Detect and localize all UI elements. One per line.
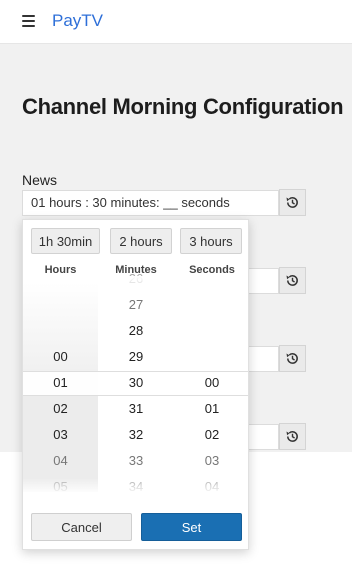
reset-button-4[interactable] <box>279 423 306 450</box>
hours-option-03[interactable]: 03 <box>23 427 98 442</box>
wheel-fade-top <box>23 276 248 298</box>
hours-option-01[interactable]: 01 <box>23 375 98 390</box>
minutes-option-31[interactable]: 31 <box>98 401 174 416</box>
news-reset-button[interactable] <box>279 189 306 216</box>
seconds-option-01[interactable]: 01 <box>174 401 248 416</box>
top-bar: PayTV <box>0 0 352 44</box>
hours-option-04[interactable]: 04 <box>23 453 98 468</box>
seconds-column-header: Seconds <box>189 264 235 276</box>
history-reset-icon <box>286 353 298 364</box>
wheel-fade-bottom <box>23 478 248 494</box>
brand-link[interactable]: PayTV <box>52 11 103 31</box>
minutes-option-33[interactable]: 33 <box>98 453 174 468</box>
minutes-option-32[interactable]: 32 <box>98 427 174 442</box>
hamburger-menu-icon[interactable] <box>22 15 35 27</box>
set-button[interactable]: Set <box>141 513 242 541</box>
reset-button-3[interactable] <box>279 345 306 372</box>
news-duration-input[interactable]: 01 hours : 30 minutes: __ seconds <box>22 190 279 216</box>
history-reset-icon <box>286 197 298 208</box>
quick-option-1h30[interactable]: 1h 30min <box>31 228 100 254</box>
seconds-option-00[interactable]: 00 <box>174 375 248 390</box>
hours-option-02[interactable]: 02 <box>23 401 98 416</box>
reset-button-2[interactable] <box>279 267 306 294</box>
quick-option-3h[interactable]: 3 hours <box>180 228 242 254</box>
seconds-option-03[interactable]: 03 <box>174 453 248 468</box>
history-reset-icon <box>286 275 298 286</box>
history-reset-icon <box>286 431 298 442</box>
news-field-label: News <box>22 172 58 188</box>
duration-picker-popup: 1h 30min 2 hours 3 hours Hours Minutes S… <box>22 219 249 550</box>
hours-column-header: Hours <box>44 264 77 276</box>
minutes-option-28[interactable]: 28 <box>98 323 174 338</box>
page-title: Channel Morning Configuration <box>22 94 344 119</box>
hours-option-00[interactable]: 00 <box>23 349 98 364</box>
minutes-option-29[interactable]: 29 <box>98 349 174 364</box>
cancel-button[interactable]: Cancel <box>31 513 132 541</box>
seconds-option-02[interactable]: 02 <box>174 427 248 442</box>
quick-option-2h[interactable]: 2 hours <box>110 228 172 254</box>
minutes-option-27[interactable]: 27 <box>98 297 174 312</box>
minutes-option-30[interactable]: 30 <box>98 375 174 390</box>
